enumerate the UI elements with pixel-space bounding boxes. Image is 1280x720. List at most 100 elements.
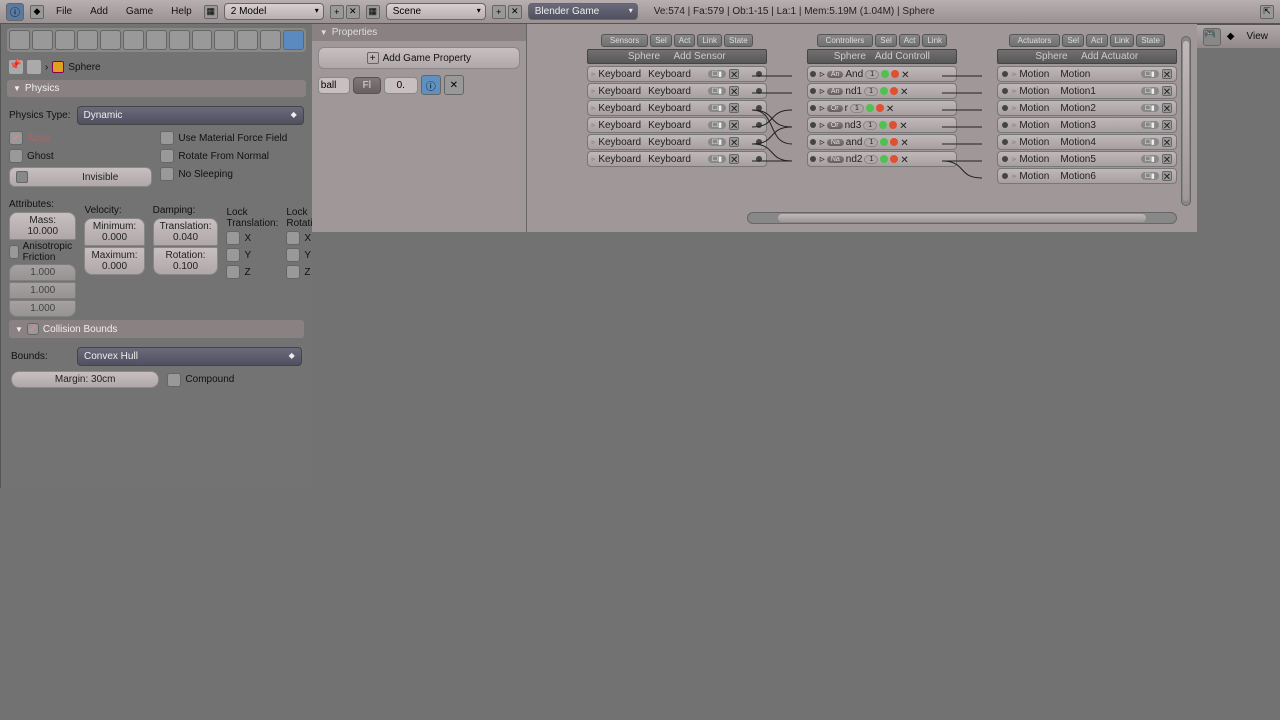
mass-field[interactable]: Mass: 10.000 — [9, 212, 76, 240]
editor-type-arrow[interactable]: ◆ — [30, 5, 44, 19]
tab-world-icon[interactable] — [55, 30, 76, 50]
ctrl-act[interactable]: Act — [899, 34, 921, 47]
controller-brick[interactable]: ▹Annd11✕ — [807, 83, 957, 99]
pin-icon[interactable]: 📌 — [9, 60, 23, 74]
lock-rot-y-checkbox[interactable] — [286, 248, 300, 262]
tab-render-icon[interactable] — [9, 30, 30, 50]
tab-modifiers-icon[interactable] — [123, 30, 144, 50]
menu-add[interactable]: Add — [84, 6, 114, 17]
actuator-brick[interactable]: ▹MotionMotion1☐▮✕ — [997, 83, 1177, 99]
controller-brick[interactable]: ▹Orr1✕ — [807, 100, 957, 116]
add-game-property-button[interactable]: +Add Game Property — [318, 47, 520, 69]
sensor-brick[interactable]: ▹KeyboardKeyboard☐▮✕ — [587, 117, 767, 133]
act-link[interactable]: Link — [1110, 34, 1135, 47]
margin-field[interactable]: Margin: 30cm — [11, 371, 159, 388]
screen-layout-dropdown[interactable]: 2 Model — [224, 3, 324, 20]
screen-delete-icon[interactable]: ✕ — [346, 5, 360, 19]
tab-particles-icon[interactable] — [214, 30, 235, 50]
tab-mesh-icon[interactable] — [260, 30, 281, 50]
collision-section-header[interactable]: Collision Bounds — [9, 320, 304, 338]
actuator-brick[interactable]: ▹MotionMotion2☐▮✕ — [997, 100, 1177, 116]
controller-brick[interactable]: ▹Naand1✕ — [807, 134, 957, 150]
tab-constraints-icon[interactable] — [100, 30, 121, 50]
game-prop-type-dropdown[interactable]: Fl — [353, 77, 381, 94]
back-to-previous-icon[interactable]: ⇱ — [1260, 5, 1274, 19]
controllers-header[interactable]: Controllers — [817, 34, 874, 47]
sensors-sel[interactable]: Sel — [650, 34, 672, 47]
scene-dropdown[interactable]: Scene — [386, 3, 486, 20]
actuators-header[interactable]: Actuators — [1009, 34, 1061, 47]
scene-add-icon[interactable]: + — [492, 5, 506, 19]
act-act[interactable]: Act — [1086, 34, 1108, 47]
no-sleeping-checkbox[interactable] — [160, 167, 174, 181]
engine-dropdown[interactable]: Blender Game — [528, 3, 638, 20]
controller-brick[interactable]: ▹AnAnd1✕ — [807, 66, 957, 82]
tab-object-icon[interactable] — [77, 30, 98, 50]
actuator-brick[interactable]: ▹MotionMotion4☐▮✕ — [997, 134, 1177, 150]
tab-texture-icon[interactable] — [192, 30, 213, 50]
menu-help[interactable]: Help — [165, 6, 198, 17]
logic-hscroll[interactable] — [747, 212, 1177, 224]
sensors-link[interactable]: Link — [697, 34, 722, 47]
game-prop-info-icon[interactable]: ⓘ — [421, 75, 441, 95]
velocity-max-field[interactable]: Maximum: 0.000 — [84, 247, 144, 275]
aniso-friction-checkbox[interactable] — [9, 245, 19, 259]
screen-add-icon[interactable]: + — [330, 5, 344, 19]
physics-type-dropdown[interactable]: Dynamic — [77, 106, 304, 125]
logic-editor[interactable]: Sensors Sel Act Link State Sphere Add Se… — [527, 24, 1197, 232]
game-prop-value-input[interactable] — [384, 77, 418, 94]
scene-browse-icon[interactable]: ▦ — [366, 5, 380, 19]
bottom-menu-view[interactable]: View — [1241, 31, 1275, 42]
tab-effects-icon[interactable] — [237, 30, 258, 50]
tab-scene-icon[interactable] — [32, 30, 53, 50]
rotate-normal-checkbox[interactable] — [160, 149, 174, 163]
collision-enable-checkbox[interactable] — [27, 323, 39, 335]
damp-rotation-field[interactable]: Rotation: 0.100 — [153, 247, 219, 275]
ctrl-link[interactable]: Link — [922, 34, 947, 47]
screen-browse-icon[interactable]: ▦ — [204, 5, 218, 19]
sensors-state[interactable]: State — [724, 34, 753, 47]
sensors-header[interactable]: Sensors — [601, 34, 648, 47]
damp-translation-field[interactable]: Translation: 0.040 — [153, 218, 219, 246]
compound-checkbox[interactable] — [167, 373, 181, 387]
sensor-brick[interactable]: ▹KeyboardKeyboard☐▮✕ — [587, 151, 767, 167]
editor-arrow2-icon[interactable]: ◆ — [1227, 31, 1235, 42]
scene-delete-icon[interactable]: ✕ — [508, 5, 522, 19]
actuator-brick[interactable]: ▹MotionMotion☐▮✕ — [997, 66, 1177, 82]
logic-editor-icon[interactable]: 🎮 — [1203, 28, 1221, 46]
invisible-button[interactable]: Invisible — [9, 167, 152, 187]
controller-brick[interactable]: ▹Ornd31✕ — [807, 117, 957, 133]
velocity-min-field[interactable]: Minimum: 0.000 — [84, 218, 144, 246]
add-actuator-button[interactable]: Add Actuator — [1081, 51, 1138, 62]
act-sel[interactable]: Sel — [1062, 34, 1084, 47]
game-prop-delete-icon[interactable]: ✕ — [444, 75, 464, 95]
actor-checkbox[interactable] — [9, 131, 23, 145]
lock-trans-z-checkbox[interactable] — [226, 265, 240, 279]
lock-trans-y-checkbox[interactable] — [226, 248, 240, 262]
sensor-brick[interactable]: ▹KeyboardKeyboard☐▮✕ — [587, 100, 767, 116]
lock-rot-z-checkbox[interactable] — [286, 265, 300, 279]
breadcrumb-object[interactable]: Sphere — [68, 62, 100, 73]
actuator-brick[interactable]: ▹MotionMotion5☐▮✕ — [997, 151, 1177, 167]
ctrl-sel[interactable]: Sel — [875, 34, 897, 47]
lock-rot-x-checkbox[interactable] — [286, 231, 300, 245]
actuator-brick[interactable]: ▹MotionMotion6☐▮✕ — [997, 168, 1177, 184]
add-sensor-button[interactable]: Add Sensor — [673, 51, 725, 62]
scene-icon[interactable] — [27, 60, 41, 74]
sensor-brick[interactable]: ▹KeyboardKeyboard☐▮✕ — [587, 83, 767, 99]
sensors-act[interactable]: Act — [674, 34, 696, 47]
physics-section-header[interactable]: Physics — [7, 80, 306, 97]
menu-file[interactable]: File — [50, 6, 78, 17]
tab-material-icon[interactable] — [169, 30, 190, 50]
sensor-brick[interactable]: ▹KeyboardKeyboard☐▮✕ — [587, 66, 767, 82]
menu-game[interactable]: Game — [120, 6, 159, 17]
act-state[interactable]: State — [1136, 34, 1165, 47]
game-prop-name-input[interactable] — [318, 77, 350, 94]
tab-data-icon[interactable] — [146, 30, 167, 50]
logic-vscroll[interactable] — [1181, 36, 1191, 206]
tab-physics-icon[interactable] — [283, 30, 304, 50]
game-props-header[interactable]: Properties — [312, 24, 526, 41]
add-controller-button[interactable]: Add Controll — [875, 51, 930, 62]
sensor-brick[interactable]: ▹KeyboardKeyboard☐▮✕ — [587, 134, 767, 150]
material-force-checkbox[interactable] — [160, 131, 174, 145]
